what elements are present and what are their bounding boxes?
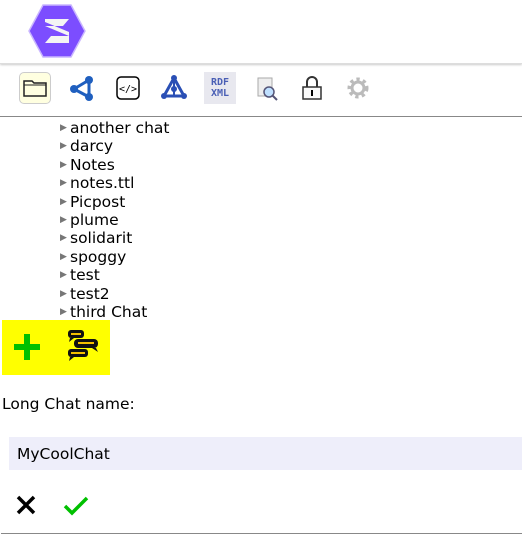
xml-label: XML [210, 88, 230, 99]
bottom-divider [1, 533, 522, 534]
actions-bar [2, 320, 110, 375]
tree-item[interactable]: ▶ darcy [60, 137, 113, 155]
tree-item[interactable]: ▶ notes.ttl [60, 174, 134, 192]
expand-triangle-icon[interactable]: ▶ [60, 289, 70, 299]
tree-item[interactable]: ▶ Picpost [60, 193, 125, 211]
graph-icon[interactable] [158, 72, 190, 104]
tree-item-label: test [70, 266, 100, 285]
tree-item[interactable]: ▶ third Chat [60, 303, 147, 321]
expand-triangle-icon[interactable]: ▶ [60, 123, 70, 133]
expand-triangle-icon[interactable]: ▶ [60, 215, 70, 225]
expand-triangle-icon[interactable]: ▶ [60, 307, 70, 317]
chat-name-label: Long Chat name: [2, 395, 135, 413]
expand-triangle-icon[interactable]: ▶ [60, 270, 70, 280]
tree-item-label: test2 [70, 284, 110, 303]
confirm-button[interactable] [60, 490, 92, 520]
tree-item-label: spoggy [70, 247, 127, 266]
tree-item-label: notes.ttl [70, 174, 135, 193]
tree-item-label: Notes [70, 155, 115, 174]
add-icon[interactable] [12, 332, 42, 366]
tree-item[interactable]: ▶ plume [60, 211, 119, 229]
tree-item[interactable]: ▶ another chat [60, 119, 169, 137]
gear-icon[interactable] [342, 72, 374, 104]
tree-item[interactable]: ▶ Notes [60, 156, 115, 174]
tree-item-label: darcy [70, 137, 114, 156]
code-icon[interactable]: </> [112, 72, 144, 104]
rdf-label: RDF [210, 77, 230, 88]
folder-icon[interactable] [19, 72, 51, 104]
tree-item[interactable]: ▶ solidarit [60, 229, 132, 247]
tree-item[interactable]: ▶ test2 [60, 285, 110, 303]
expand-triangle-icon[interactable]: ▶ [60, 160, 70, 170]
lock-icon[interactable] [296, 72, 328, 104]
close-icon [16, 495, 36, 515]
tree-item-label: another chat [70, 119, 170, 137]
tree-item-label: Picpost [70, 192, 126, 211]
expand-triangle-icon[interactable]: ▶ [60, 233, 70, 243]
tree-item-label: third Chat [70, 303, 148, 321]
expand-triangle-icon[interactable]: ▶ [60, 141, 70, 151]
expand-triangle-icon[interactable]: ▶ [60, 252, 70, 262]
solid-logo[interactable] [28, 4, 86, 58]
expand-triangle-icon[interactable]: ▶ [60, 197, 70, 207]
expand-triangle-icon[interactable]: ▶ [60, 178, 70, 188]
tree-item-label: plume [70, 211, 119, 229]
tree-item[interactable]: ▶ spoggy [60, 248, 126, 266]
cancel-button[interactable] [10, 490, 42, 520]
check-icon [63, 496, 89, 516]
svg-text:</>: </> [119, 84, 137, 95]
network-icon[interactable] [66, 72, 98, 104]
toolbar: </> RDF XML [0, 70, 522, 117]
chat-icon[interactable] [66, 328, 102, 368]
chat-name-input[interactable] [9, 437, 522, 470]
search-document-icon[interactable] [250, 72, 282, 104]
tree-item-label: solidarit [70, 229, 133, 248]
rdf-xml-icon[interactable]: RDF XML [204, 72, 236, 104]
tree-item[interactable]: ▶ test [60, 266, 100, 284]
header [0, 0, 522, 64]
